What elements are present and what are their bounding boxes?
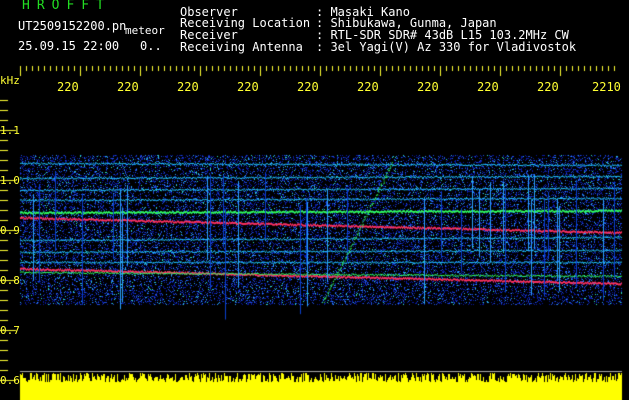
x-tick: 220 — [477, 80, 499, 94]
x-tick: 2210 — [592, 80, 621, 94]
x-tick: 220 — [537, 80, 559, 94]
x-tick: 220 — [237, 80, 259, 94]
antenna-label: Receiving Antenna — [180, 40, 303, 54]
y-tick: 0.8 — [0, 274, 20, 287]
y-axis-unit: kHz — [0, 74, 20, 87]
antenna-value: : 3el Yagi(V) Az 330 for Vladivostok — [316, 40, 577, 54]
y-tick: 1.0 — [0, 174, 20, 187]
x-tick: 220 — [117, 80, 139, 94]
x-tick: 220 — [417, 80, 439, 94]
meteor-count: 0.. — [140, 39, 162, 53]
meteor-label: meteor — [125, 24, 165, 37]
y-tick: 0.7 — [0, 324, 20, 337]
date-time: 25.09.15 22:00 — [18, 39, 120, 53]
x-tick: 220 — [297, 80, 319, 94]
file-name: UT2509152200.pn — [18, 19, 127, 33]
x-tick: 220 — [177, 80, 199, 94]
y-tick: 0.9 — [0, 224, 20, 237]
y-tick: 1.1 — [0, 124, 20, 137]
x-tick: 220 — [57, 80, 79, 94]
hrofft-brand: HROFFT — [22, 0, 111, 13]
y-tick: 0.6 — [0, 374, 20, 387]
x-tick: 220 — [357, 80, 379, 94]
spectrogram-canvas — [0, 0, 629, 400]
